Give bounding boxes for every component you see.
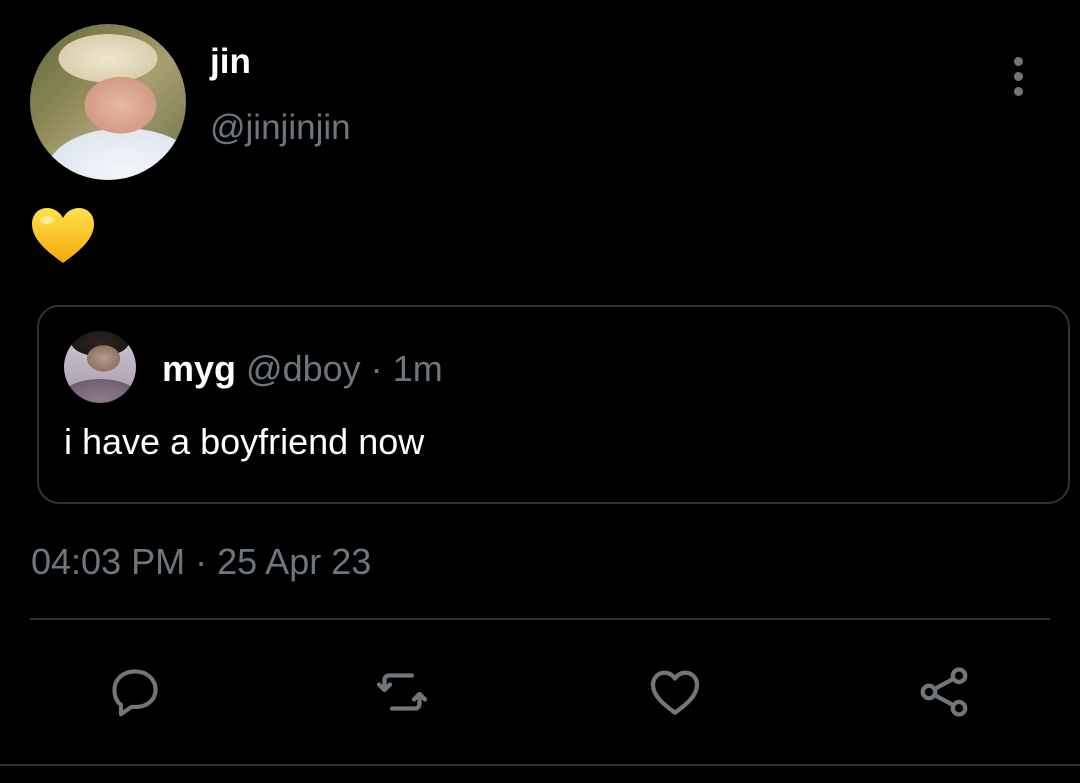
share-button[interactable] — [912, 660, 976, 724]
yellow-heart-emoji — [32, 208, 94, 263]
quoted-tweet-text: i have a boyfriend now — [64, 421, 425, 462]
timestamp-separator: · — [195, 541, 208, 582]
tweet-time: 04:03 PM — [31, 541, 186, 582]
quoted-author-avatar — [64, 331, 136, 403]
author-handle[interactable]: @jinjinjin — [210, 106, 351, 150]
more-options-button[interactable] — [1000, 54, 1036, 98]
heart-icon — [650, 670, 700, 715]
like-button[interactable] — [643, 660, 707, 724]
more-vertical-icon — [1013, 56, 1023, 66]
more-vertical-icon — [1013, 86, 1023, 96]
author-avatar[interactable] — [30, 24, 186, 180]
share-icon — [920, 667, 968, 717]
reply-icon — [112, 669, 158, 717]
divider — [30, 618, 1050, 620]
retweet-button[interactable] — [370, 660, 434, 724]
quoted-tweet[interactable]: myg @dboy · 1m i have a boyfriend now — [37, 305, 1070, 504]
reply-button[interactable] — [103, 660, 167, 724]
quoted-author-display-name: myg — [162, 348, 237, 389]
retweet-icon — [376, 673, 428, 711]
quoted-tweet-header: myg @dboy · 1m — [162, 347, 443, 391]
quoted-separator: · — [370, 348, 383, 389]
more-vertical-icon — [1013, 71, 1023, 81]
tweet: jin @jinjinjin myg @dboy · 1m i have a b… — [0, 0, 1080, 783]
bottom-divider — [0, 764, 1080, 766]
tweet-timestamp[interactable]: 04:03 PM · 25 Apr 23 — [31, 540, 371, 584]
quoted-author-handle: @dboy — [246, 348, 361, 389]
tweet-date: 25 Apr 23 — [217, 541, 372, 582]
tweet-text — [30, 206, 100, 270]
quoted-age: 1m — [392, 348, 443, 389]
author-display-name[interactable]: jin — [210, 40, 251, 84]
